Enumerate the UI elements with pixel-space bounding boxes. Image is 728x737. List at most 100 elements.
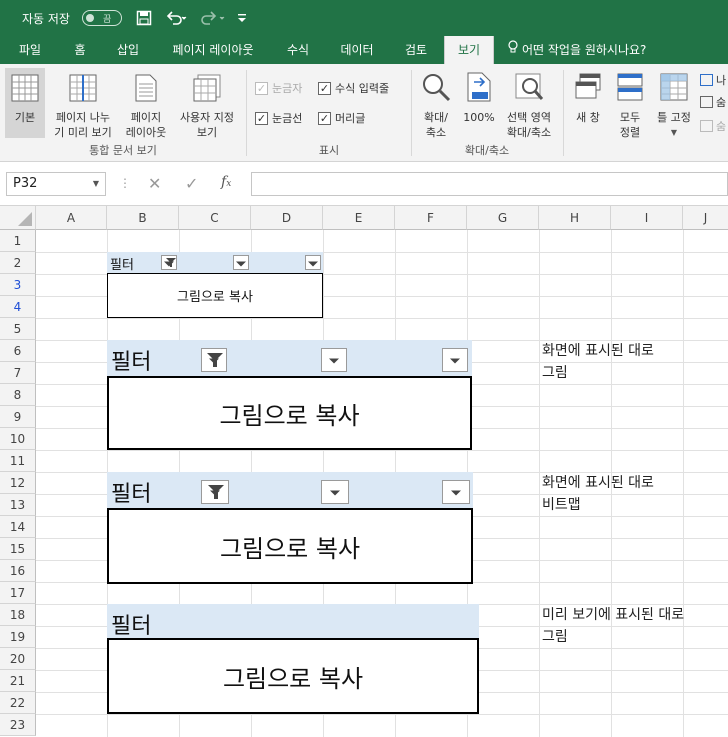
row-header[interactable]: 6 [0, 340, 36, 362]
row-header[interactable]: 2 [0, 252, 36, 274]
page-layout-view-button[interactable]: 페이지 레이아웃 [120, 68, 172, 140]
row-header[interactable]: 13 [0, 494, 36, 516]
chevron-down-icon[interactable]: ▼ [93, 173, 99, 195]
row-header[interactable]: 10 [0, 428, 36, 450]
cancel-icon[interactable]: ✕ [148, 174, 161, 193]
zoom-button[interactable]: 확대/ 축소 [416, 68, 456, 140]
normal-view-button[interactable]: 기본 [5, 68, 45, 138]
freeze-panes-button[interactable]: 틀 고정 ▼ [652, 68, 696, 140]
row-header[interactable]: 7 [0, 362, 36, 384]
checkmark-icon: ✓ [255, 111, 268, 125]
filter-label: 필터 [110, 258, 134, 273]
column-header[interactable]: B [107, 206, 179, 230]
title-bar: 자동 저장 끔 [0, 0, 728, 36]
save-icon[interactable] [136, 9, 152, 27]
row-header[interactable]: 21 [0, 670, 36, 692]
formula-bar-checkbox[interactable]: ✓ 수식 입력줄 [318, 80, 389, 96]
row-header[interactable]: 8 [0, 384, 36, 406]
autosave-toggle[interactable]: 끔 [82, 10, 122, 26]
zoom-selection-icon [500, 72, 558, 106]
name-box[interactable]: P32 ▼ [6, 172, 106, 196]
row-header[interactable]: 12 [0, 472, 36, 494]
copied-picture[interactable]: 필터 그림으로 복사 [107, 340, 472, 450]
row-header[interactable]: 11 [0, 450, 36, 472]
row-header[interactable]: 9 [0, 406, 36, 428]
filter-active-icon [161, 255, 177, 270]
row-header[interactable]: 20 [0, 648, 36, 670]
tell-me-text: 어떤 작업을 원하시나요? [522, 43, 647, 57]
picture-text: 그림으로 복사 [107, 638, 479, 714]
copied-picture[interactable]: 필터 그림으로 복사 [107, 472, 473, 584]
split-button[interactable]: 나 [700, 72, 726, 88]
magnifier-icon [416, 72, 456, 106]
customize-icon[interactable] [237, 9, 247, 27]
zoom-100-button[interactable]: 100% [460, 68, 498, 125]
row-header[interactable]: 3 [0, 274, 36, 296]
zoom-label-1: 확대/ [424, 111, 448, 124]
picture-text: 그림으로 복사 [107, 508, 473, 584]
tab-file[interactable]: 파일 [8, 36, 52, 64]
row-header[interactable]: 18 [0, 604, 36, 626]
tab-review[interactable]: 검토 [394, 36, 438, 64]
headings-checkbox[interactable]: ✓ 머리글 [318, 110, 365, 126]
custom-views-button[interactable]: 사용자 지정 보기 [174, 68, 240, 140]
row-header[interactable]: 4 [0, 296, 36, 318]
insert-function-icon[interactable]: fx [221, 174, 231, 190]
group-show: 표시 [318, 144, 340, 157]
row-header[interactable]: 1 [0, 230, 36, 252]
custom-views-label-1: 사용자 지정 [179, 111, 235, 124]
tab-insert[interactable]: 삽입 [106, 36, 150, 64]
row-header[interactable]: 19 [0, 626, 36, 648]
tab-home[interactable]: 홈 [60, 36, 100, 64]
tab-view[interactable]: 보기 [444, 36, 494, 64]
picture-text: 그림으로 복사 [107, 376, 472, 450]
gridlines-checkbox[interactable]: ✓ 눈금선 [255, 110, 302, 126]
row-header[interactable]: 22 [0, 692, 36, 714]
hide-button[interactable]: 숨 [700, 94, 726, 110]
column-header[interactable]: D [251, 206, 323, 230]
note-line: 화면에 표시된 대로 [542, 343, 654, 359]
tab-page-layout[interactable]: 페이지 레이아웃 [160, 36, 266, 64]
new-window-button[interactable]: 새 창 [568, 68, 608, 125]
zoom-selection-label-2: 확대/축소 [506, 126, 552, 139]
row-header[interactable]: 17 [0, 582, 36, 604]
gridlines-label: 눈금선 [272, 112, 303, 125]
page-break-preview-button[interactable]: 페이지 나누 기 미리 보기 [48, 68, 118, 140]
row-header[interactable]: 16 [0, 560, 36, 582]
undo-icon[interactable] [165, 9, 187, 27]
column-header[interactable]: A [36, 206, 107, 230]
formula-input[interactable] [251, 172, 728, 196]
worksheet-grid[interactable]: A B C D E F G H I J 1 2 3 4 5 6 7 8 9 10… [0, 206, 728, 737]
row-header[interactable]: 23 [0, 714, 36, 736]
row-header[interactable]: 14 [0, 516, 36, 538]
column-header[interactable]: G [467, 206, 539, 230]
zoom-to-selection-button[interactable]: 선택 영역 확대/축소 [500, 68, 558, 140]
row-header[interactable]: 5 [0, 318, 36, 340]
ruler-checkbox[interactable]: ✓ 눈금자 [255, 80, 302, 96]
tab-formulas[interactable]: 수식 [276, 36, 320, 64]
gridline [36, 318, 728, 319]
column-header[interactable]: E [323, 206, 395, 230]
row-header[interactable]: 15 [0, 538, 36, 560]
column-header[interactable]: F [395, 206, 467, 230]
freeze-label: 틀 고정 [657, 111, 691, 124]
select-all-corner[interactable] [0, 206, 36, 230]
column-header[interactable]: C [179, 206, 251, 230]
arrange-label-1: 모두 [619, 111, 641, 124]
copied-picture[interactable]: 필터 그림으로 복사 [107, 252, 323, 318]
lightbulb-icon [508, 36, 518, 64]
enter-icon[interactable]: ✓ [185, 174, 198, 193]
column-header[interactable]: I [611, 206, 683, 230]
arrange-all-button[interactable]: 모두 정렬 [610, 68, 650, 140]
unhide-button[interactable]: 숨 [700, 118, 726, 134]
custom-views-label-2: 보기 [196, 126, 218, 139]
copied-picture[interactable]: 필터 그림으로 복사 [107, 604, 479, 714]
column-header[interactable]: J [683, 206, 728, 230]
tab-data[interactable]: 데이터 [330, 36, 384, 64]
dropdown-arrow-icon [321, 480, 349, 504]
redo-icon[interactable] [200, 9, 226, 27]
column-header[interactable]: H [539, 206, 611, 230]
group-zoom: 확대/축소 [464, 144, 510, 157]
tell-me-search[interactable]: 어떤 작업을 원하시나요? [508, 36, 678, 64]
headings-label: 머리글 [335, 112, 366, 125]
